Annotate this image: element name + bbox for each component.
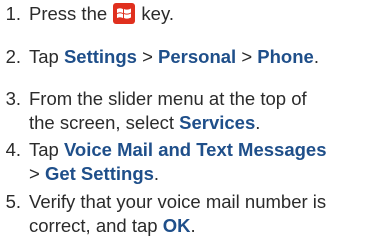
step-text-line: From the slider menu at the top of (29, 88, 307, 109)
step-text: Press the key. (29, 2, 359, 26)
step-5: 5. Verify that your voice mail number is… (0, 190, 359, 238)
step-text-part: . (153, 163, 160, 184)
step-1: 1. Press the key. (0, 2, 359, 26)
step-2: 2. Tap Settings > Personal > Phone. (0, 45, 359, 69)
step-number: 1. (5, 3, 21, 24)
windows-flag-icon (113, 3, 136, 24)
get-settings-keyword: Get Settings (44, 163, 154, 184)
step-text-line: > Get Settings. (29, 162, 359, 186)
ok-keyword: OK (162, 215, 191, 236)
step-text-line: Verify that your voice mail number is (29, 191, 327, 212)
step-3: 3. From the slider menu at the top of th… (0, 87, 359, 135)
step-text-part: key. (136, 3, 174, 24)
step-text-part: Tap (29, 46, 64, 67)
step-text: Verify that your voice mail number is co… (29, 190, 359, 238)
step-text: Tap Voice Mail and Text Messages > Get S… (29, 138, 359, 186)
settings-keyword: Settings (63, 46, 137, 67)
step-text-part: Press the (29, 3, 113, 24)
voice-mail-keyword: Voice Mail and Text Messages (63, 139, 327, 160)
step-number: 3. (5, 88, 21, 109)
step-text-part: . (313, 46, 319, 67)
services-keyword: Services (179, 112, 256, 133)
step-text-line: Tap Voice Mail and Text Messages (29, 138, 359, 162)
step-number: 5. (5, 191, 21, 212)
step-number: 2. (5, 46, 21, 67)
step-text-part: correct, and tap (29, 215, 163, 236)
phone-keyword: Phone (257, 46, 314, 67)
step-number: 4. (5, 139, 21, 160)
step-text: From the slider menu at the top of the s… (29, 87, 359, 135)
step-text-part: > (136, 46, 159, 67)
step-4: 4. Tap Voice Mail and Text Messages > Ge… (0, 138, 359, 186)
step-text-part: . (255, 112, 261, 133)
step-text-part: > (29, 163, 45, 184)
step-text-part: . (190, 215, 196, 236)
step-text-line: correct, and tap OK. (29, 214, 359, 238)
personal-keyword: Personal (158, 46, 237, 67)
step-text-part: > (236, 46, 258, 67)
step-text: Tap Settings > Personal > Phone. (29, 45, 359, 69)
step-text-part: Tap (29, 139, 64, 160)
step-text-part: the screen, select (29, 112, 180, 133)
instruction-document: 1. Press the key. 2. Tap Settings > Pers… (0, 0, 367, 250)
step-text-line: the screen, select Services. (29, 111, 359, 135)
